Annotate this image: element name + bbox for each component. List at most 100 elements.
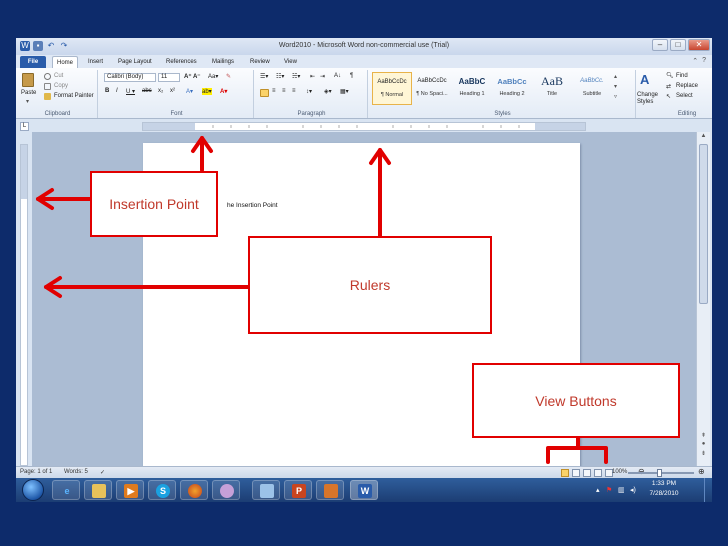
full-screen-reading-view-button[interactable] [572, 469, 580, 477]
browse-object-icon[interactable]: ● [699, 441, 708, 449]
replace-button[interactable]: Replace [676, 83, 698, 89]
grow-font-icon[interactable]: A⁺ A⁻ [184, 73, 200, 80]
help-icon[interactable]: ? [702, 57, 706, 65]
numbering-icon[interactable]: ☷▾ [276, 73, 284, 80]
font-name-select[interactable]: Calibri (Body) [104, 73, 156, 82]
font-size-select[interactable]: 11 [158, 73, 180, 82]
taskbar-powerpoint[interactable]: P [284, 480, 312, 500]
copy-button[interactable]: Copy [54, 83, 68, 89]
font-color-icon[interactable]: A▾ [220, 88, 227, 95]
increase-indent-icon[interactable]: ⇥ [320, 73, 325, 80]
word-count[interactable]: Words: 5 [64, 469, 88, 475]
paste-icon[interactable] [22, 73, 34, 87]
format-painter-button[interactable]: Format Painter [54, 93, 94, 99]
minimize-button[interactable]: – [652, 39, 668, 51]
tab-mailings[interactable]: Mailings [208, 56, 238, 68]
find-button[interactable]: Find [676, 73, 688, 79]
text-effects-icon[interactable]: A▾ [186, 88, 193, 95]
vertical-scrollbar[interactable]: ▲ ⇞ ● ⇟ [696, 132, 710, 466]
zoom-level[interactable]: 100% [612, 469, 627, 475]
style-heading-2[interactable]: AaBbCc Heading 2 [492, 72, 532, 105]
network-icon[interactable]: ▥ [618, 486, 625, 494]
taskbar-firefox[interactable] [180, 480, 208, 500]
taskbar-media-player[interactable]: ▶ [116, 480, 144, 500]
style-normal[interactable]: AaBbCcDc ¶ Normal [372, 72, 412, 105]
scroll-up-icon[interactable]: ▲ [699, 133, 708, 141]
copy-icon[interactable] [44, 83, 51, 90]
format-painter-icon[interactable] [44, 93, 51, 100]
clear-formatting-icon[interactable]: ✎ [226, 73, 231, 80]
select-icon[interactable]: ↖ [666, 93, 671, 100]
tab-insert[interactable]: Insert [84, 56, 107, 68]
clock[interactable]: 1:33 PM 7/28/2010 [644, 478, 684, 502]
tray-arrow-icon[interactable]: ▴ [596, 486, 600, 494]
change-styles-button[interactable]: Change Styles [637, 92, 661, 106]
multilevel-list-icon[interactable]: ☵▾ [292, 73, 300, 80]
taskbar-app-7[interactable] [252, 480, 280, 500]
align-right-icon[interactable]: ≡ [282, 88, 286, 94]
zoom-slider-thumb[interactable] [657, 469, 662, 477]
borders-icon[interactable]: ▦▾ [340, 88, 349, 95]
taskbar-word[interactable]: W [350, 480, 378, 500]
sort-icon[interactable]: A↓ [334, 73, 341, 79]
minimize-ribbon-icon[interactable]: ⌃ [692, 57, 698, 65]
page-count[interactable]: Page: 1 of 1 [20, 469, 52, 475]
tab-file[interactable]: File [20, 56, 46, 68]
decrease-indent-icon[interactable]: ⇤ [310, 73, 315, 80]
taskbar-ie[interactable]: e [52, 480, 80, 500]
vertical-ruler[interactable] [20, 144, 28, 466]
tab-references[interactable]: References [162, 56, 201, 68]
style-title[interactable]: AaB Title [532, 72, 572, 105]
align-center-icon[interactable]: ≡ [272, 88, 276, 94]
proofing-icon[interactable]: ✓ [100, 469, 105, 476]
show-desktop-button[interactable] [704, 478, 712, 502]
italic-button[interactable]: I [116, 88, 118, 94]
cut-button[interactable]: Cut [54, 73, 63, 79]
zoom-in-icon[interactable]: ⊕ [698, 467, 705, 476]
tab-review[interactable]: Review [246, 56, 274, 68]
maximize-button[interactable]: □ [670, 39, 686, 51]
taskbar-explorer[interactable] [84, 480, 112, 500]
horizontal-ruler[interactable] [142, 122, 586, 131]
previous-page-icon[interactable]: ⇞ [699, 432, 708, 440]
tab-selector-icon[interactable]: L [20, 122, 29, 131]
line-spacing-icon[interactable]: ↕▾ [306, 88, 312, 95]
subscript-button[interactable]: x₂ [158, 88, 163, 94]
replace-icon[interactable]: ⇄ [666, 83, 671, 90]
bullets-icon[interactable]: ☰▾ [260, 73, 268, 80]
strikethrough-button[interactable]: abc [142, 88, 152, 94]
scroll-thumb[interactable] [699, 144, 708, 304]
change-styles-icon[interactable]: A [640, 72, 649, 87]
paste-dropdown-icon[interactable]: ▾ [26, 98, 29, 105]
document-text[interactable]: he Insertion Point [227, 202, 278, 209]
cut-icon[interactable] [44, 73, 51, 80]
start-button[interactable] [22, 479, 44, 501]
find-icon[interactable]: 🔍︎ [666, 72, 674, 79]
highlight-icon[interactable]: ab▾ [202, 88, 212, 95]
bold-button[interactable]: B [105, 88, 109, 94]
tab-view[interactable]: View [280, 56, 301, 68]
change-case-icon[interactable]: Aa▾ [208, 73, 218, 80]
justify-icon[interactable]: ≡ [292, 88, 296, 94]
style-no-spacing[interactable]: AaBbCcDc ¶ No Spaci... [412, 72, 452, 105]
paste-button[interactable]: Paste [21, 90, 36, 96]
tab-page-layout[interactable]: Page Layout [114, 56, 156, 68]
style-heading-1[interactable]: AaBbC Heading 1 [452, 72, 492, 105]
next-page-icon[interactable]: ⇟ [699, 450, 708, 458]
superscript-button[interactable]: x² [170, 88, 175, 94]
styles-scroll-icon[interactable]: ▴ ▾ ▿ [614, 72, 617, 102]
outline-view-button[interactable] [594, 469, 602, 477]
volume-icon[interactable]: ◂) [630, 486, 636, 494]
taskbar-skype[interactable]: S [148, 480, 176, 500]
select-button[interactable]: Select [676, 93, 693, 99]
web-layout-view-button[interactable] [583, 469, 591, 477]
taskbar-app-9[interactable] [316, 480, 344, 500]
taskbar-app-6[interactable] [212, 480, 240, 500]
flag-icon[interactable]: ⚑ [606, 486, 612, 494]
close-button[interactable]: ✕ [688, 39, 710, 51]
print-layout-view-button[interactable] [561, 469, 569, 477]
show-formatting-icon[interactable]: ¶ [350, 73, 353, 79]
tab-home[interactable]: Home [52, 56, 79, 68]
underline-button[interactable]: U ▾ [126, 88, 135, 95]
shading-icon[interactable]: ◈▾ [324, 88, 332, 95]
